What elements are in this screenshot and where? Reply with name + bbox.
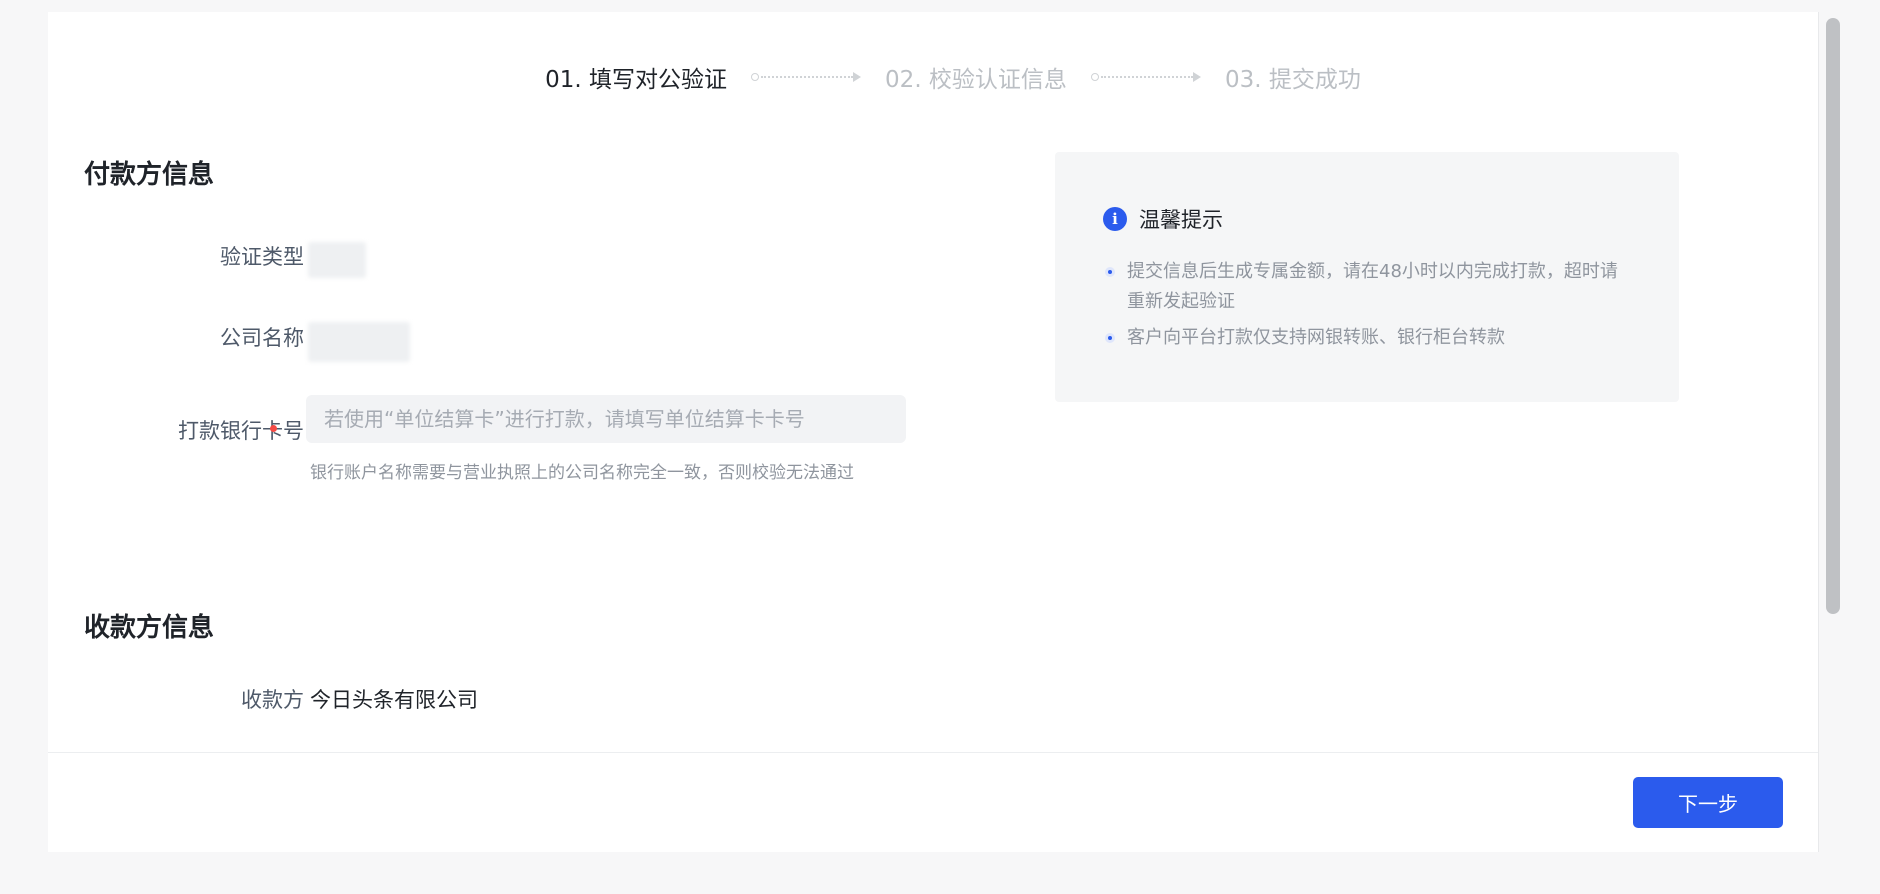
step-2: 02. 校验认证信息 bbox=[885, 67, 1067, 93]
main-card: 01. 填写对公验证 02. 校验认证信息 03. 提交成功 付款方信息 验证类… bbox=[48, 12, 1818, 852]
footer-divider bbox=[48, 752, 1818, 753]
step-connector-arrow-icon bbox=[751, 70, 862, 84]
tips-item: 提交信息后生成专属金额，请在48小时以内完成打款，超时请重新发起验证 bbox=[1103, 257, 1633, 317]
bullet-dot-icon bbox=[1105, 333, 1115, 343]
payee-label: 收款方 bbox=[241, 688, 304, 712]
tips-item: 客户向平台打款仅支持网银转账、银行柜台转款 bbox=[1103, 323, 1633, 353]
tips-item-text: 客户向平台打款仅支持网银转账、银行柜台转款 bbox=[1127, 327, 1505, 348]
step-1: 01. 填写对公验证 bbox=[545, 67, 728, 93]
tips-panel: i 温馨提示 提交信息后生成专属金额，请在48小时以内完成打款，超时请重新发起验… bbox=[1055, 152, 1679, 402]
verify-type-value-redacted bbox=[308, 242, 366, 278]
step-3: 03. 提交成功 bbox=[1224, 67, 1361, 93]
tips-header: i 温馨提示 bbox=[1103, 204, 1223, 234]
tips-list: 提交信息后生成专属金额，请在48小时以内完成打款，超时请重新发起验证 客户向平台… bbox=[1103, 257, 1633, 359]
company-name-value-redacted bbox=[308, 322, 410, 362]
bullet-dot-icon bbox=[1105, 267, 1115, 277]
payee-section-title: 收款方信息 bbox=[84, 613, 215, 643]
required-indicator bbox=[270, 425, 277, 432]
step-connector-arrow-icon bbox=[1090, 70, 1201, 84]
tips-item-text: 提交信息后生成专属金额，请在48小时以内完成打款，超时请重新发起验证 bbox=[1127, 261, 1618, 312]
step-indicator: 01. 填写对公验证 02. 校验认证信息 03. 提交成功 bbox=[48, 60, 1818, 94]
company-name-label: 公司名称 bbox=[220, 326, 304, 350]
payer-section-title: 付款方信息 bbox=[84, 160, 215, 190]
scrollbar-thumb[interactable] bbox=[1826, 18, 1840, 614]
bank-card-hint: 银行账户名称需要与营业执照上的公司名称完全一致，否则校验无法通过 bbox=[310, 463, 854, 483]
verify-type-label: 验证类型 bbox=[220, 245, 304, 269]
bank-card-input[interactable] bbox=[306, 395, 906, 443]
next-step-button[interactable]: 下一步 bbox=[1633, 777, 1783, 828]
tips-title: 温馨提示 bbox=[1139, 208, 1223, 232]
info-icon: i bbox=[1103, 207, 1127, 231]
payee-value: 今日头条有限公司 bbox=[310, 688, 478, 712]
